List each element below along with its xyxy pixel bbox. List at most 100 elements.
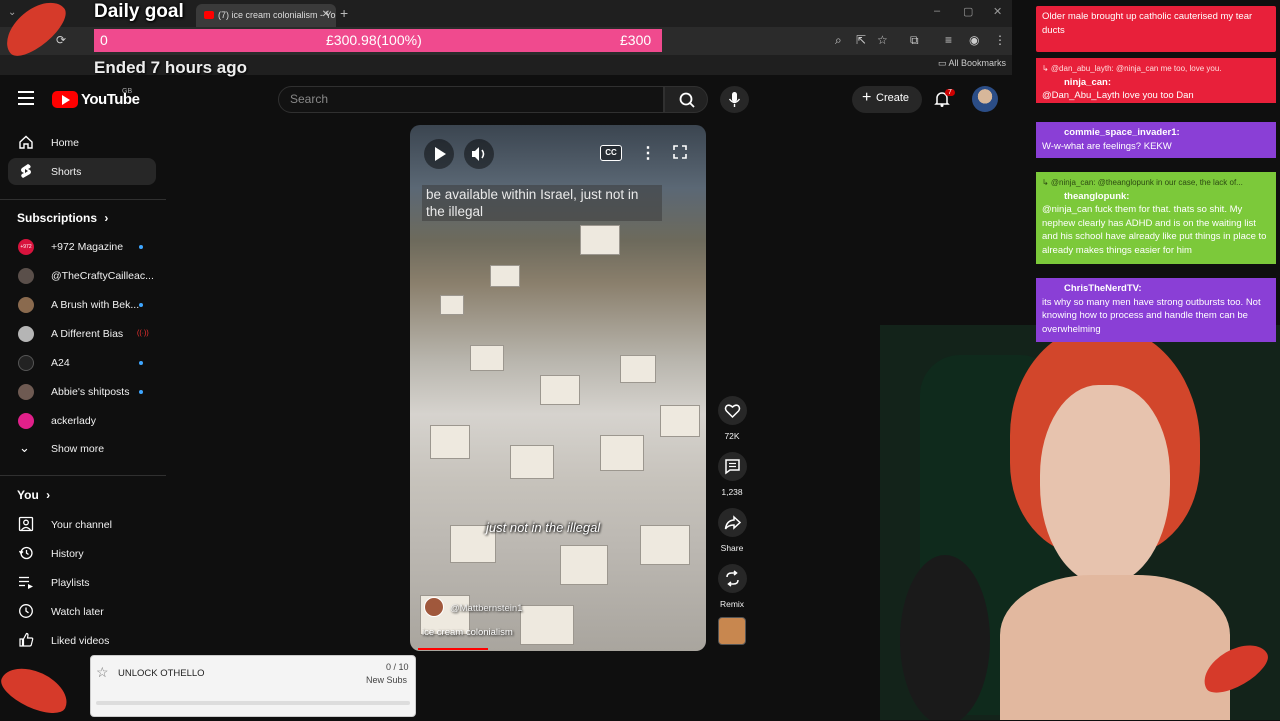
- voice-search-button[interactable]: [720, 86, 749, 113]
- video-building: [540, 375, 580, 405]
- sidebar-item-subscription[interactable]: A Different Bias: [51, 328, 123, 340]
- maximize-window-button[interactable]: ▢: [963, 5, 973, 18]
- sidebar-item-subscription[interactable]: +972 Magazine: [51, 241, 123, 253]
- live-icon: ((·)): [137, 330, 149, 337]
- video-building: [620, 355, 656, 383]
- play-icon: [435, 147, 446, 161]
- comment-count: 1,238: [721, 487, 743, 497]
- video-building: [600, 435, 644, 471]
- search-button[interactable]: [664, 86, 708, 113]
- star-icon: ☆: [96, 664, 109, 680]
- video-building: [580, 225, 620, 255]
- sidebar-item-subscription[interactable]: A Brush with Bek...: [51, 299, 139, 311]
- video-building: [560, 545, 608, 585]
- profile-icon[interactable]: ◉: [969, 33, 979, 47]
- notification-count-badge: 7: [945, 89, 955, 96]
- comment-icon: [725, 459, 740, 475]
- chat-username: ChrisTheNerdTV:: [1064, 283, 1142, 294]
- video-building: [640, 525, 690, 565]
- sidebar-item-subscription[interactable]: ackerlady: [51, 415, 96, 427]
- channel-avatar: [18, 268, 34, 284]
- youtube-logo-icon[interactable]: [52, 91, 78, 108]
- video-building: [520, 605, 574, 645]
- browser-menu-icon[interactable]: ⋮: [994, 33, 1006, 47]
- sidebar-item-subscription[interactable]: Abbie's shitposts: [51, 386, 129, 398]
- cast-icon[interactable]: ⇱: [856, 33, 866, 47]
- zoom-icon[interactable]: ⌕: [835, 33, 842, 48]
- close-tab-icon[interactable]: ✕: [322, 9, 330, 20]
- comments-button[interactable]: [718, 452, 747, 481]
- sidebar-item-subscription[interactable]: @TheCraftyCailleac...: [51, 270, 154, 282]
- reload-icon[interactable]: ⟳: [56, 33, 66, 47]
- goal-title: Daily goal: [94, 1, 184, 22]
- more-options-icon[interactable]: ⋮: [640, 143, 656, 163]
- creator-avatar[interactable]: [424, 597, 444, 617]
- chat-message: ↳ @dan_abu_layth: @ninja_can me too, lov…: [1036, 58, 1276, 103]
- sound-thumbnail[interactable]: [718, 617, 746, 645]
- region-code: GB: [122, 88, 133, 95]
- remix-icon: [726, 570, 739, 587]
- fullscreen-button[interactable]: [672, 144, 688, 165]
- chat-message-text: W-w-what are feelings? KEKW: [1042, 140, 1172, 152]
- sidebar-item-subscription[interactable]: A24: [51, 357, 70, 369]
- goal-status: Ended 7 hours ago: [94, 58, 248, 77]
- creator-handle[interactable]: @Mattbernstein1: [450, 603, 522, 614]
- tab-title: (7) ice cream colonialism - YouTube: [218, 10, 336, 20]
- sidebar-item-your-channel[interactable]: Your channel: [51, 519, 112, 531]
- search-box[interactable]: [278, 86, 664, 113]
- show-more-button[interactable]: Show more: [51, 443, 104, 455]
- channel-avatar: [18, 297, 34, 313]
- you-title: You: [17, 488, 39, 502]
- all-bookmarks-button[interactable]: ▭ All Bookmarks: [938, 58, 1006, 69]
- search-input[interactable]: Search: [290, 92, 328, 106]
- microphone-icon: [728, 92, 741, 107]
- like-button[interactable]: [718, 396, 747, 425]
- close-window-button[interactable]: ✕: [993, 5, 1002, 18]
- sidebar-divider: [0, 199, 166, 200]
- goal-start-value: 0: [100, 32, 108, 48]
- chevron-down-icon: ⌄: [19, 440, 30, 455]
- extensions-icon[interactable]: ⧉: [910, 33, 919, 48]
- sub-goal-progress-bar: [96, 701, 410, 705]
- search-icon: [679, 92, 695, 108]
- media-controls-icon[interactable]: ≡: [945, 33, 952, 47]
- hamburger-menu-icon[interactable]: [18, 91, 34, 105]
- tab-list-chevron-icon[interactable]: ⌄: [8, 7, 16, 18]
- video-progress-bar[interactable]: [418, 648, 488, 650]
- remix-label: Remix: [719, 599, 745, 609]
- goal-current-value: £300.98(100%): [326, 32, 422, 48]
- chat-username: commie_space_invader1:: [1064, 127, 1180, 138]
- sidebar-item-history[interactable]: History: [51, 548, 84, 560]
- sidebar-item-playlists[interactable]: Playlists: [51, 577, 90, 589]
- new-content-dot: [139, 390, 143, 394]
- account-avatar[interactable]: [972, 86, 998, 112]
- volume-button[interactable]: [464, 139, 494, 169]
- bookmark-star-icon[interactable]: ☆: [877, 33, 888, 47]
- chat-message: Older male brought up catholic cauterise…: [1036, 6, 1276, 52]
- subscriptions-heading[interactable]: Subscriptions ›: [17, 211, 108, 225]
- sidebar-item-liked-videos[interactable]: Liked videos: [51, 635, 109, 647]
- you-heading[interactable]: You ›: [17, 488, 50, 502]
- chat-reply-context: ↳ @ninja_can: @theanglopunk in our case,…: [1042, 178, 1243, 187]
- sidebar-item-watch-later[interactable]: Watch later: [51, 606, 104, 618]
- new-content-dot: [139, 303, 143, 307]
- video-building: [440, 295, 464, 315]
- chili-pepper-icon: [0, 658, 75, 721]
- browser-tab-active[interactable]: (7) ice cream colonialism - YouTube ✕: [196, 4, 336, 27]
- captions-button[interactable]: CC: [600, 145, 622, 161]
- chat-username: theanglopunk:: [1064, 190, 1130, 202]
- play-button[interactable]: [424, 139, 454, 169]
- share-button[interactable]: [718, 508, 747, 537]
- chevron-right-icon: ›: [46, 488, 51, 502]
- minimize-window-button[interactable]: –: [934, 5, 940, 17]
- chat-message-text: @ninja_can fuck them for that. thats so …: [1042, 204, 1267, 256]
- chevron-right-icon: ›: [104, 211, 109, 225]
- new-tab-button[interactable]: +: [340, 5, 348, 21]
- chat-message-text: its why so many men have strong outburst…: [1042, 296, 1261, 335]
- video-caption-top: be available within Israel, just not in …: [422, 185, 662, 221]
- folder-icon: ▭: [938, 58, 949, 68]
- sub-goal-count: 0 / 10: [386, 662, 409, 672]
- remix-button[interactable]: [718, 564, 747, 593]
- video-building: [660, 405, 700, 437]
- microphone: [900, 555, 990, 720]
